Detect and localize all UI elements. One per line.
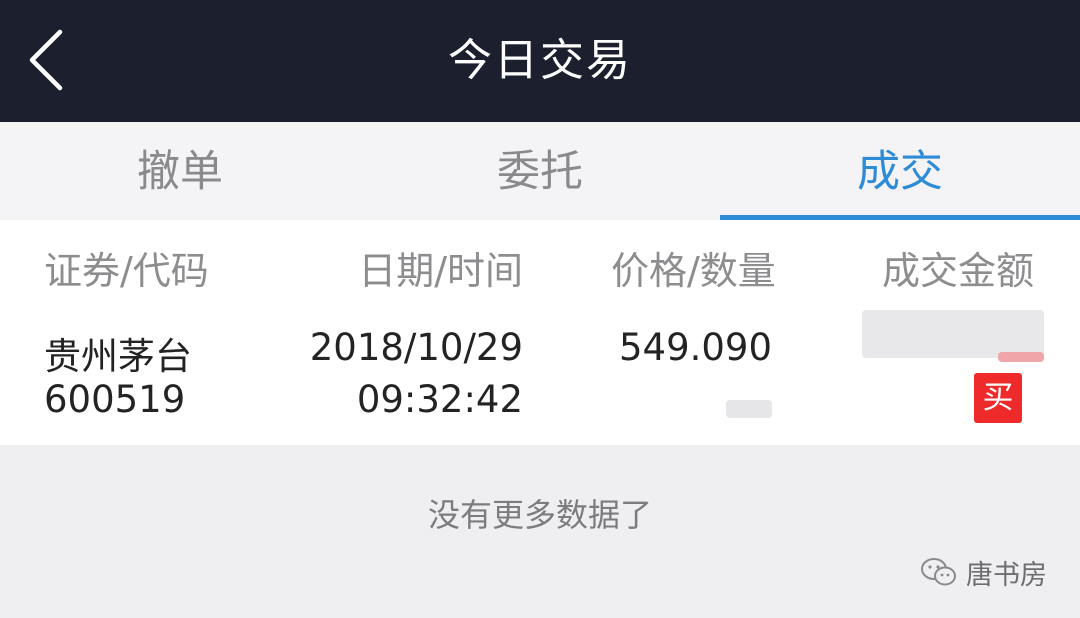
app-header: 今日交易 [0, 0, 1080, 122]
buy-badge: 买 [974, 373, 1022, 423]
tab-filled[interactable]: 成交 [720, 122, 1080, 220]
trade-time: 09:32:42 [356, 378, 523, 421]
wechat-icon [921, 558, 956, 586]
column-header-datetime: 日期/时间 [358, 249, 523, 293]
security-name: 贵州茅台 [44, 335, 192, 378]
column-header-amount: 成交金额 [881, 249, 1034, 293]
tab-orders[interactable]: 委托 [360, 122, 720, 220]
watermark: 唐书房 [920, 552, 1047, 592]
column-header-price-qty: 价格/数量 [611, 249, 776, 293]
security-code: 600519 [44, 378, 186, 421]
redacted-quantity [726, 400, 772, 418]
trade-table: 证券/代码 日期/时间 价格/数量 成交金额 贵州茅台 600519 2018/… [0, 220, 1080, 445]
no-more-data-text: 没有更多数据了 [427, 496, 652, 534]
watermark-text: 唐书房 [966, 559, 1047, 591]
trade-date: 2018/10/29 [309, 326, 523, 369]
tab-cancel-order[interactable]: 撤单 [0, 122, 360, 220]
trade-price: 549.090 [618, 326, 772, 369]
redacted-amount-mark [998, 352, 1044, 362]
tab-bar: 撤单 委托 成交 [0, 122, 1080, 220]
column-header-security: 证券/代码 [44, 249, 209, 293]
redacted-amount [862, 310, 1044, 358]
page-title: 今日交易 [448, 35, 632, 86]
